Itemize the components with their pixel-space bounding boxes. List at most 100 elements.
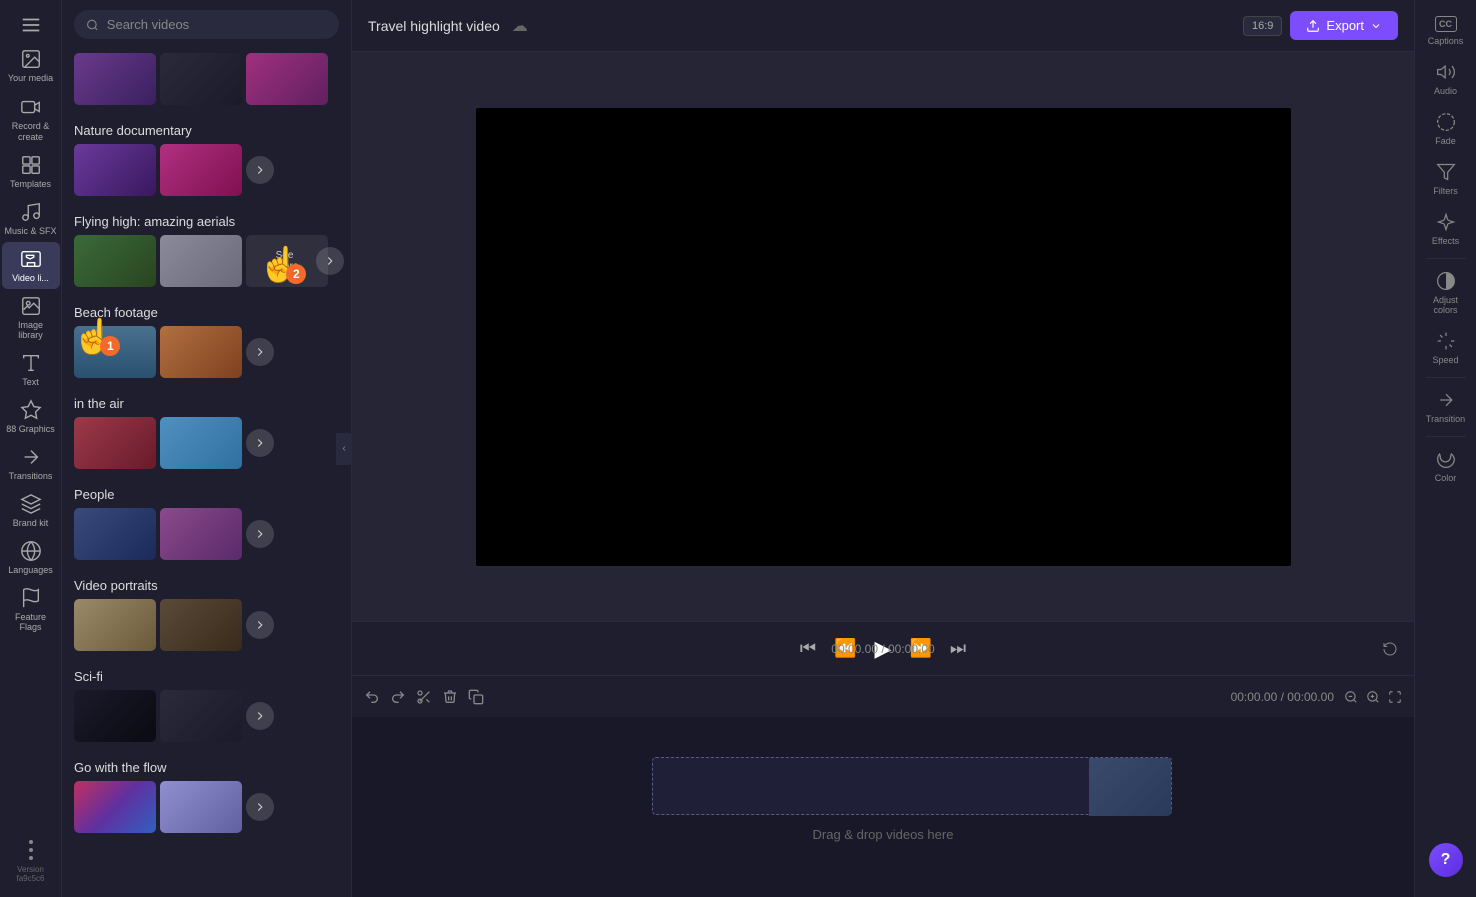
video-thumb[interactable] bbox=[160, 144, 242, 196]
sidebar-item-video-library[interactable]: Video li... bbox=[2, 242, 60, 289]
sidebar-item-brand-kit[interactable]: Brand kit bbox=[2, 487, 60, 534]
see-more-button[interactable]: Seemore bbox=[246, 235, 328, 287]
skip-to-end-button[interactable]: ⏭ bbox=[950, 638, 966, 659]
video-thumb[interactable] bbox=[74, 417, 156, 469]
sidebar-item-image-library[interactable]: Imagelibrary bbox=[2, 289, 60, 346]
video-thumb[interactable] bbox=[160, 690, 242, 742]
fit-icon[interactable] bbox=[1388, 690, 1402, 704]
zoom-in-icon[interactable] bbox=[1366, 690, 1380, 704]
video-thumb[interactable] bbox=[160, 781, 242, 833]
adjust-colors-label: Adjustcolors bbox=[1433, 295, 1458, 315]
video-canvas bbox=[476, 108, 1291, 566]
go-with-the-flow-arrow[interactable] bbox=[246, 793, 274, 821]
canvas-area bbox=[352, 52, 1414, 621]
cloud-save-icon[interactable]: ☁ bbox=[512, 16, 528, 36]
sidebar-item-record-create[interactable]: Record &create bbox=[2, 90, 60, 149]
flying-high-row: Seemore bbox=[62, 235, 351, 297]
video-thumb[interactable] bbox=[74, 508, 156, 560]
audio-label: Audio bbox=[1434, 86, 1457, 96]
video-thumb[interactable] bbox=[74, 599, 156, 651]
sidebar-label-video-library: Video li... bbox=[12, 273, 49, 283]
nature-documentary-arrow[interactable] bbox=[246, 156, 274, 184]
video-thumb[interactable] bbox=[74, 53, 156, 105]
section-title-sci-fi: Sci-fi bbox=[62, 661, 351, 690]
sidebar-item-your-media[interactable]: Your media bbox=[2, 42, 60, 90]
export-label: Export bbox=[1326, 18, 1364, 33]
sidebar-item-templates[interactable]: Templates bbox=[2, 148, 60, 195]
see-more-label: Seemore bbox=[276, 250, 299, 272]
sidebar-item-adjust-colors[interactable]: Adjustcolors bbox=[1417, 263, 1475, 323]
captions-label: Captions bbox=[1428, 36, 1464, 46]
video-thumb[interactable] bbox=[160, 326, 242, 378]
undo-icon[interactable] bbox=[1382, 641, 1398, 657]
redo-toolbar-icon[interactable] bbox=[390, 689, 406, 705]
sidebar-item-filters[interactable]: Filters bbox=[1417, 154, 1475, 204]
see-more-arrow[interactable] bbox=[316, 247, 344, 275]
video-thumb[interactable] bbox=[160, 599, 242, 651]
video-thumb[interactable] bbox=[160, 235, 242, 287]
copy-icon[interactable] bbox=[468, 689, 484, 705]
sidebar-item-feature-flags[interactable]: FeatureFlags bbox=[2, 581, 60, 638]
beach-footage-row bbox=[62, 326, 351, 388]
search-bar bbox=[62, 0, 351, 49]
color-label: Color bbox=[1435, 473, 1457, 483]
sidebar-item-effects[interactable]: Effects bbox=[1417, 204, 1475, 254]
help-button[interactable]: ? bbox=[1429, 843, 1463, 877]
sidebar-item-captions[interactable]: CC Captions bbox=[1417, 8, 1475, 54]
aspect-ratio-badge[interactable]: 16:9 bbox=[1243, 16, 1282, 36]
sidebar-item-transition[interactable]: Transition bbox=[1417, 382, 1475, 432]
export-button[interactable]: Export bbox=[1290, 11, 1398, 40]
sidebar-item-transitions[interactable]: Transitions bbox=[2, 440, 60, 487]
top-bar-right: 16:9 Export bbox=[1243, 11, 1398, 40]
sidebar-item-languages[interactable]: Languages bbox=[2, 534, 60, 581]
people-row bbox=[62, 508, 351, 570]
sidebar-item-graphics[interactable]: 88 Graphics bbox=[2, 393, 60, 440]
sidebar-item-hamburger[interactable] bbox=[2, 8, 60, 42]
sidebar-item-fade[interactable]: Fade bbox=[1417, 104, 1475, 154]
video-thumb[interactable] bbox=[74, 235, 156, 287]
in-the-air-row bbox=[62, 417, 351, 479]
search-input[interactable] bbox=[107, 17, 327, 32]
people-arrow[interactable] bbox=[246, 520, 274, 548]
sidebar-item-version[interactable]: Versionfa9c5c6 bbox=[2, 834, 60, 889]
sidebar-item-color[interactable]: Color bbox=[1417, 441, 1475, 491]
beach-footage-arrow[interactable] bbox=[246, 338, 274, 366]
video-thumb[interactable] bbox=[74, 144, 156, 196]
video-thumb[interactable] bbox=[74, 781, 156, 833]
project-title: Travel highlight video bbox=[368, 18, 500, 34]
scissors-icon[interactable] bbox=[416, 689, 432, 705]
sidebar-item-music-sfx[interactable]: Music & SFX bbox=[2, 195, 60, 242]
video-thumb[interactable] bbox=[74, 326, 156, 378]
nature-documentary-row bbox=[62, 144, 351, 206]
transition-label: Transition bbox=[1426, 414, 1465, 424]
sidebar-item-speed[interactable]: Speed bbox=[1417, 323, 1475, 373]
trash-icon[interactable] bbox=[442, 689, 458, 705]
sci-fi-arrow[interactable] bbox=[246, 702, 274, 730]
in-the-air-arrow[interactable] bbox=[246, 429, 274, 457]
skip-to-start-button[interactable]: ⏮ bbox=[800, 638, 816, 659]
right-sidebar-divider-3 bbox=[1426, 436, 1466, 437]
video-portraits-arrow[interactable] bbox=[246, 611, 274, 639]
fade-label: Fade bbox=[1435, 136, 1456, 146]
video-thumb[interactable] bbox=[160, 53, 242, 105]
panel-collapse-arrow[interactable]: ‹ bbox=[336, 433, 352, 465]
section-title-in-the-air: in the air bbox=[62, 388, 351, 417]
track-clip[interactable] bbox=[652, 757, 1172, 815]
transition-icon bbox=[1436, 390, 1456, 410]
sidebar-item-audio[interactable]: Audio bbox=[1417, 54, 1475, 104]
zoom-out-icon[interactable] bbox=[1344, 690, 1358, 704]
section-title-nature-documentary: Nature documentary bbox=[62, 115, 351, 144]
export-chevron-icon bbox=[1370, 20, 1382, 32]
export-icon bbox=[1306, 19, 1320, 33]
search-input-wrap[interactable] bbox=[74, 10, 339, 39]
video-thumb[interactable] bbox=[246, 53, 328, 105]
help-button-wrap: ? bbox=[1429, 839, 1463, 889]
video-thumb[interactable] bbox=[160, 508, 242, 560]
timeline-area: Drag & drop videos here bbox=[352, 717, 1414, 897]
sidebar-item-text[interactable]: Text bbox=[2, 346, 60, 393]
video-thumb[interactable] bbox=[160, 417, 242, 469]
undo-toolbar-icon[interactable] bbox=[364, 689, 380, 705]
timeline-toolbar: 00:00.00 / 00:00.00 bbox=[352, 675, 1414, 717]
media-panel: Nature documentary Flying high: amazing … bbox=[62, 0, 352, 897]
video-thumb[interactable] bbox=[74, 690, 156, 742]
